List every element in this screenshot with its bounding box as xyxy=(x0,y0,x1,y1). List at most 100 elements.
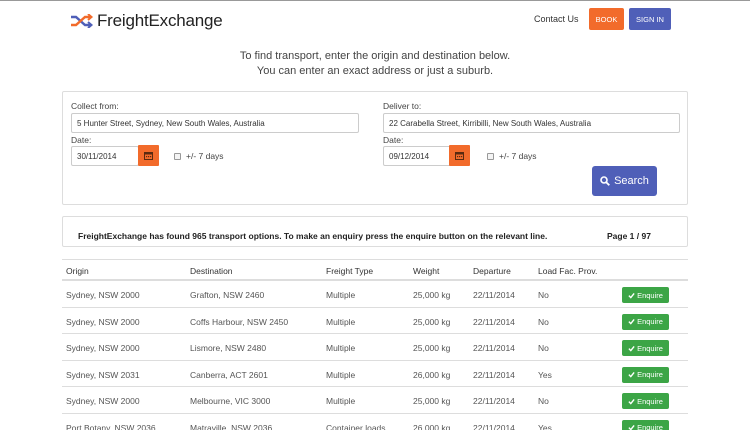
deliver-calendar-button[interactable] xyxy=(449,145,470,166)
collect-calendar-button[interactable] xyxy=(138,145,159,166)
cell-freight-type: Multiple xyxy=(326,343,356,353)
check-icon xyxy=(628,292,635,299)
sign-in-button[interactable]: SIGN IN xyxy=(629,8,671,30)
cell-departure: 22/11/2014 xyxy=(473,422,515,430)
deliver-to-label: Deliver to: xyxy=(383,101,422,111)
header-load-fac-prov: Load Fac. Prov. xyxy=(538,266,598,276)
deliver-to-input[interactable]: 22 Carabella Street, Kirribilli, New Sou… xyxy=(383,113,680,133)
cell-departure: 22/11/2014 xyxy=(473,343,515,353)
collect-date-input[interactable]: 30/11/2014 xyxy=(71,146,139,166)
checkbox-box[interactable] xyxy=(174,152,181,160)
cell-load-fac-prov: No xyxy=(538,290,549,300)
table-row: Sydney, NSW 2000 Lismore, NSW 2480 Multipl… xyxy=(62,334,688,361)
cell-load-fac-prov: Yes xyxy=(538,422,552,430)
cell-destination: Melbourne, VIC 3000 xyxy=(190,396,271,406)
header-destination: Destination xyxy=(190,266,233,276)
header-weight: Weight xyxy=(413,266,440,276)
cell-freight-type: Multiple xyxy=(326,396,356,406)
enquire-label: Enquire xyxy=(637,396,663,406)
cell-freight-type: Multiple xyxy=(326,290,356,300)
cell-freight-type: Container loads xyxy=(326,422,386,430)
cell-freight-type: Multiple xyxy=(326,369,356,380)
cell-origin: Sydney, NSW 2000 xyxy=(66,316,140,327)
results-summary-bar: FreightExchange has found 965 transport … xyxy=(62,216,688,247)
enquire-label: Enquire xyxy=(637,317,663,326)
cell-load-fac-prov: No xyxy=(538,343,549,353)
collect-from-label: Collect from: xyxy=(71,101,119,111)
enquire-button[interactable]: Enquire xyxy=(622,313,669,330)
brand-name: FreightExchange xyxy=(97,11,223,30)
cell-origin: Sydney, NSW 2000 xyxy=(66,343,140,353)
deliver-flex-checkbox[interactable]: +/- 7 days xyxy=(487,151,537,161)
header-origin: Origin xyxy=(66,266,89,276)
brand-logo[interactable]: FreightExchange xyxy=(70,11,223,31)
search-icon xyxy=(600,176,610,186)
intro-text: To find transport, enter the origin and … xyxy=(0,49,750,79)
cell-origin: Port Botany, NSW 2036 xyxy=(66,422,156,430)
search-button[interactable]: Search xyxy=(592,166,657,196)
cell-destination: Matraville, NSW 2036 xyxy=(190,422,273,430)
search-panel: Collect from: 5 Hunter Street, Sydney, N… xyxy=(62,91,688,205)
contact-us-link[interactable]: Contact Us xyxy=(534,14,579,24)
cell-load-fac-prov: No xyxy=(538,396,549,406)
search-button-label: Search xyxy=(614,175,649,187)
enquire-label: Enquire xyxy=(637,423,663,430)
cell-departure: 22/11/2014 xyxy=(473,316,515,327)
table-row: Port Botany, NSW 2036 Matraville, NSW 203… xyxy=(62,414,688,430)
cell-weight: 25,000 kg xyxy=(413,343,451,353)
table-row: Sydney, NSW 2000 Coffs Harbour, NSW 2450 M… xyxy=(62,308,688,334)
collect-flex-label: +/- 7 days xyxy=(186,151,224,161)
freightexchange-logo-icon xyxy=(71,14,94,28)
enquire-button[interactable]: Enquire xyxy=(622,287,669,303)
table-row: Sydney, NSW 2000 Grafton, NSW 2460 Multipl… xyxy=(62,281,688,308)
enquire-label: Enquire xyxy=(637,343,663,353)
page-indicator: Page 1 / 97 xyxy=(607,231,651,241)
checkbox-box[interactable] xyxy=(487,152,494,160)
check-icon xyxy=(628,424,635,430)
book-button[interactable]: BOOK xyxy=(589,8,624,30)
cell-weight: 26,000 kg xyxy=(413,422,451,430)
table-header: Origin Destination Freight Type Weight D… xyxy=(62,259,688,281)
table-body: Sydney, NSW 2000 Grafton, NSW 2460 Multipl… xyxy=(62,281,688,430)
intro-line-1: To find transport, enter the origin and … xyxy=(239,50,511,62)
enquire-button[interactable]: Enquire xyxy=(622,419,669,430)
deliver-date-input[interactable]: 09/12/2014 xyxy=(383,146,451,166)
cell-freight-type: Multiple xyxy=(326,316,356,327)
table-row: Sydney, NSW 2000 Melbourne, VIC 3000 Multi… xyxy=(62,387,688,414)
calendar-icon xyxy=(455,152,464,160)
header-freight-type: Freight Type xyxy=(326,266,374,276)
enquire-button[interactable]: Enquire xyxy=(622,366,669,383)
cell-departure: 22/11/2014 xyxy=(473,290,515,300)
cell-destination: Lismore, NSW 2480 xyxy=(190,343,267,353)
results-summary: FreightExchange has found 965 transport … xyxy=(78,231,548,241)
cell-origin: Sydney, NSW 2000 xyxy=(66,396,140,406)
deliver-flex-label: +/- 7 days xyxy=(499,151,537,161)
check-icon xyxy=(628,371,635,378)
cell-departure: 22/11/2014 xyxy=(473,369,515,380)
intro-line-2: You can enter an exact address or just a… xyxy=(256,65,494,77)
cell-load-fac-prov: Yes xyxy=(538,369,552,380)
header-departure: Departure xyxy=(473,266,511,276)
collect-date-label: Date: xyxy=(71,135,92,145)
enquire-button[interactable]: Enquire xyxy=(622,340,669,356)
cell-weight: 25,000 kg xyxy=(413,396,451,406)
collect-flex-checkbox[interactable]: +/- 7 days xyxy=(174,151,224,161)
cell-origin: Sydney, NSW 2000 xyxy=(66,290,140,300)
site-header: FreightExchange Contact Us BOOK SIGN IN xyxy=(0,1,750,39)
cell-destination: Grafton, NSW 2460 xyxy=(190,290,265,300)
check-icon xyxy=(628,345,635,352)
check-icon xyxy=(628,398,635,405)
deliver-date-label: Date: xyxy=(383,135,404,145)
cell-origin: Sydney, NSW 2031 xyxy=(66,369,140,380)
cell-load-fac-prov: No xyxy=(538,316,549,327)
cell-weight: 25,000 kg xyxy=(413,316,451,327)
results-table: Origin Destination Freight Type Weight D… xyxy=(62,259,688,430)
cell-weight: 26,000 kg xyxy=(413,369,451,380)
cell-destination: Canberra, ACT 2601 xyxy=(190,369,268,380)
calendar-icon xyxy=(144,152,153,160)
enquire-button[interactable]: Enquire xyxy=(622,393,669,409)
enquire-label: Enquire xyxy=(637,370,663,379)
enquire-label: Enquire xyxy=(637,290,663,300)
collect-from-input[interactable]: 5 Hunter Street, Sydney, New South Wales… xyxy=(71,113,359,133)
cell-destination: Coffs Harbour, NSW 2450 xyxy=(190,316,289,327)
